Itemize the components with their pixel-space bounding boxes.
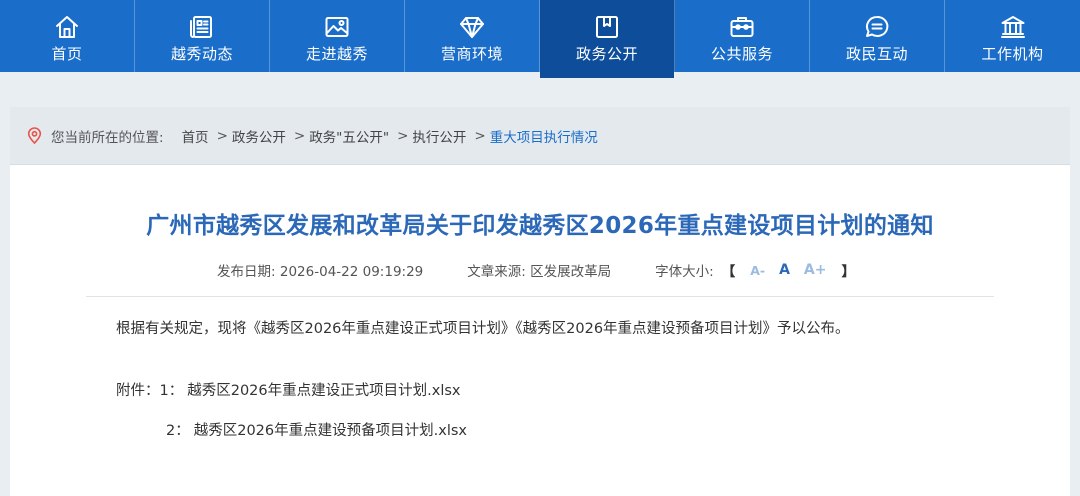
nav-item-home[interactable]: 首页 (0, 0, 135, 72)
breadcrumb: 您当前所在的位置: 首页 > 政务公开 > 政务"五公开" > 执行公开 > 重… (10, 107, 1070, 165)
font-size-bracket-close: 】 (841, 264, 855, 280)
chat-icon (863, 13, 891, 41)
attachment-row: 2： 越秀区2026年重点建设预备项目计划.xlsx (116, 421, 1070, 441)
attachment-row: 附件： 1： 越秀区2026年重点建设正式项目计划.xlsx (116, 381, 1070, 401)
attachment-number: 1： (159, 383, 184, 399)
picture-icon (323, 13, 351, 41)
attachment-number: 2： (166, 423, 190, 439)
breadcrumb-separator: > (474, 127, 486, 144)
breadcrumb-current[interactable]: 重大项目执行情况 (490, 126, 598, 146)
nav-item-public-service[interactable]: 公共服务 (675, 0, 810, 72)
nav-item-gov-open[interactable]: 政务公开 (540, 0, 675, 78)
attachments-section: 附件： 1： 越秀区2026年重点建设正式项目计划.xlsx 2： 越秀区202… (10, 381, 1070, 441)
breadcrumb-execution-open[interactable]: 执行公开 (412, 126, 466, 146)
breadcrumb-gov-open[interactable]: 政务公开 (232, 126, 286, 146)
breadcrumb-separator: > (216, 127, 228, 144)
article-meta: 发布日期: 2026-04-22 09:19:29 文章来源: 区发展改革局 字… (10, 260, 1070, 280)
nav-item-interaction[interactable]: 政民互动 (810, 0, 945, 72)
font-size-large-button[interactable]: A+ (804, 262, 827, 278)
font-size-medium-button[interactable]: A (779, 262, 790, 278)
nav-item-label: 工作机构 (981, 45, 1044, 63)
article-source-field: 文章来源: 区发展改革局 (467, 260, 611, 280)
article-source-label: 文章来源: (467, 264, 526, 280)
attachment-link-reserve-plan[interactable]: 越秀区2026年重点建设预备项目计划.xlsx (194, 421, 467, 441)
briefcase-icon (728, 13, 756, 41)
nav-item-news[interactable]: 越秀动态 (135, 0, 270, 72)
font-size-bracket-open: 【 (721, 264, 736, 280)
nav-item-agencies[interactable]: 工作机构 (945, 0, 1080, 72)
diamond-icon (458, 13, 486, 41)
nav-item-business[interactable]: 营商环境 (405, 0, 540, 72)
nav-item-label: 营商环境 (440, 45, 503, 63)
article-body: 根据有关规定，现将《越秀区2026年重点建设正式项目计划》《越秀区2026年重点… (116, 321, 850, 337)
attachments-label: 附件： (116, 383, 160, 399)
attachment-link-formal-plan[interactable]: 越秀区2026年重点建设正式项目计划.xlsx (187, 381, 460, 401)
breadcrumb-five-open[interactable]: 政务"五公开" (309, 126, 389, 146)
breadcrumb-home[interactable]: 首页 (182, 126, 209, 146)
folder-icon (593, 13, 621, 41)
nav-item-label: 越秀动态 (170, 45, 233, 63)
breadcrumb-separator: > (293, 127, 306, 144)
breadcrumb-separator: > (397, 127, 409, 144)
news-icon (188, 13, 216, 41)
publish-date-label: 发布日期: (217, 264, 276, 280)
nav-item-label: 公共服务 (710, 45, 773, 63)
nav-item-label: 走进越秀 (305, 45, 368, 63)
publish-date-value: 2026-04-22 09:19:29 (279, 264, 424, 280)
nav-item-about[interactable]: 走进越秀 (270, 0, 405, 72)
article-title: 广州市越秀区发展和改革局关于印发越秀区2026年重点建设项目计划的通知 (146, 213, 934, 239)
top-navigation: 首页 越秀动态 走进越秀 营商环境 政务公开 公共服务 政民互动 工作机构 (0, 0, 1080, 78)
font-size-control: 字体大小: 【 A- A A+ 】 (655, 260, 863, 280)
nav-item-label: 政民互动 (845, 45, 908, 63)
title-divider (86, 296, 994, 297)
home-icon (53, 13, 81, 41)
breadcrumb-prefix: 您当前所在的位置: (51, 129, 164, 146)
font-size-label: 字体大小: (655, 264, 714, 280)
article-source-value: 区发展改革局 (530, 264, 612, 280)
nav-item-label: 首页 (51, 45, 83, 63)
location-pin-icon (27, 127, 42, 144)
publish-date-field: 发布日期: 2026-04-22 09:19:29 (217, 260, 423, 280)
nav-item-label: 政务公开 (575, 45, 638, 63)
font-size-small-button[interactable]: A- (750, 263, 765, 278)
content-card: 您当前所在的位置: 首页 > 政务公开 > 政务"五公开" > 执行公开 > 重… (10, 107, 1070, 496)
building-icon (999, 13, 1027, 41)
